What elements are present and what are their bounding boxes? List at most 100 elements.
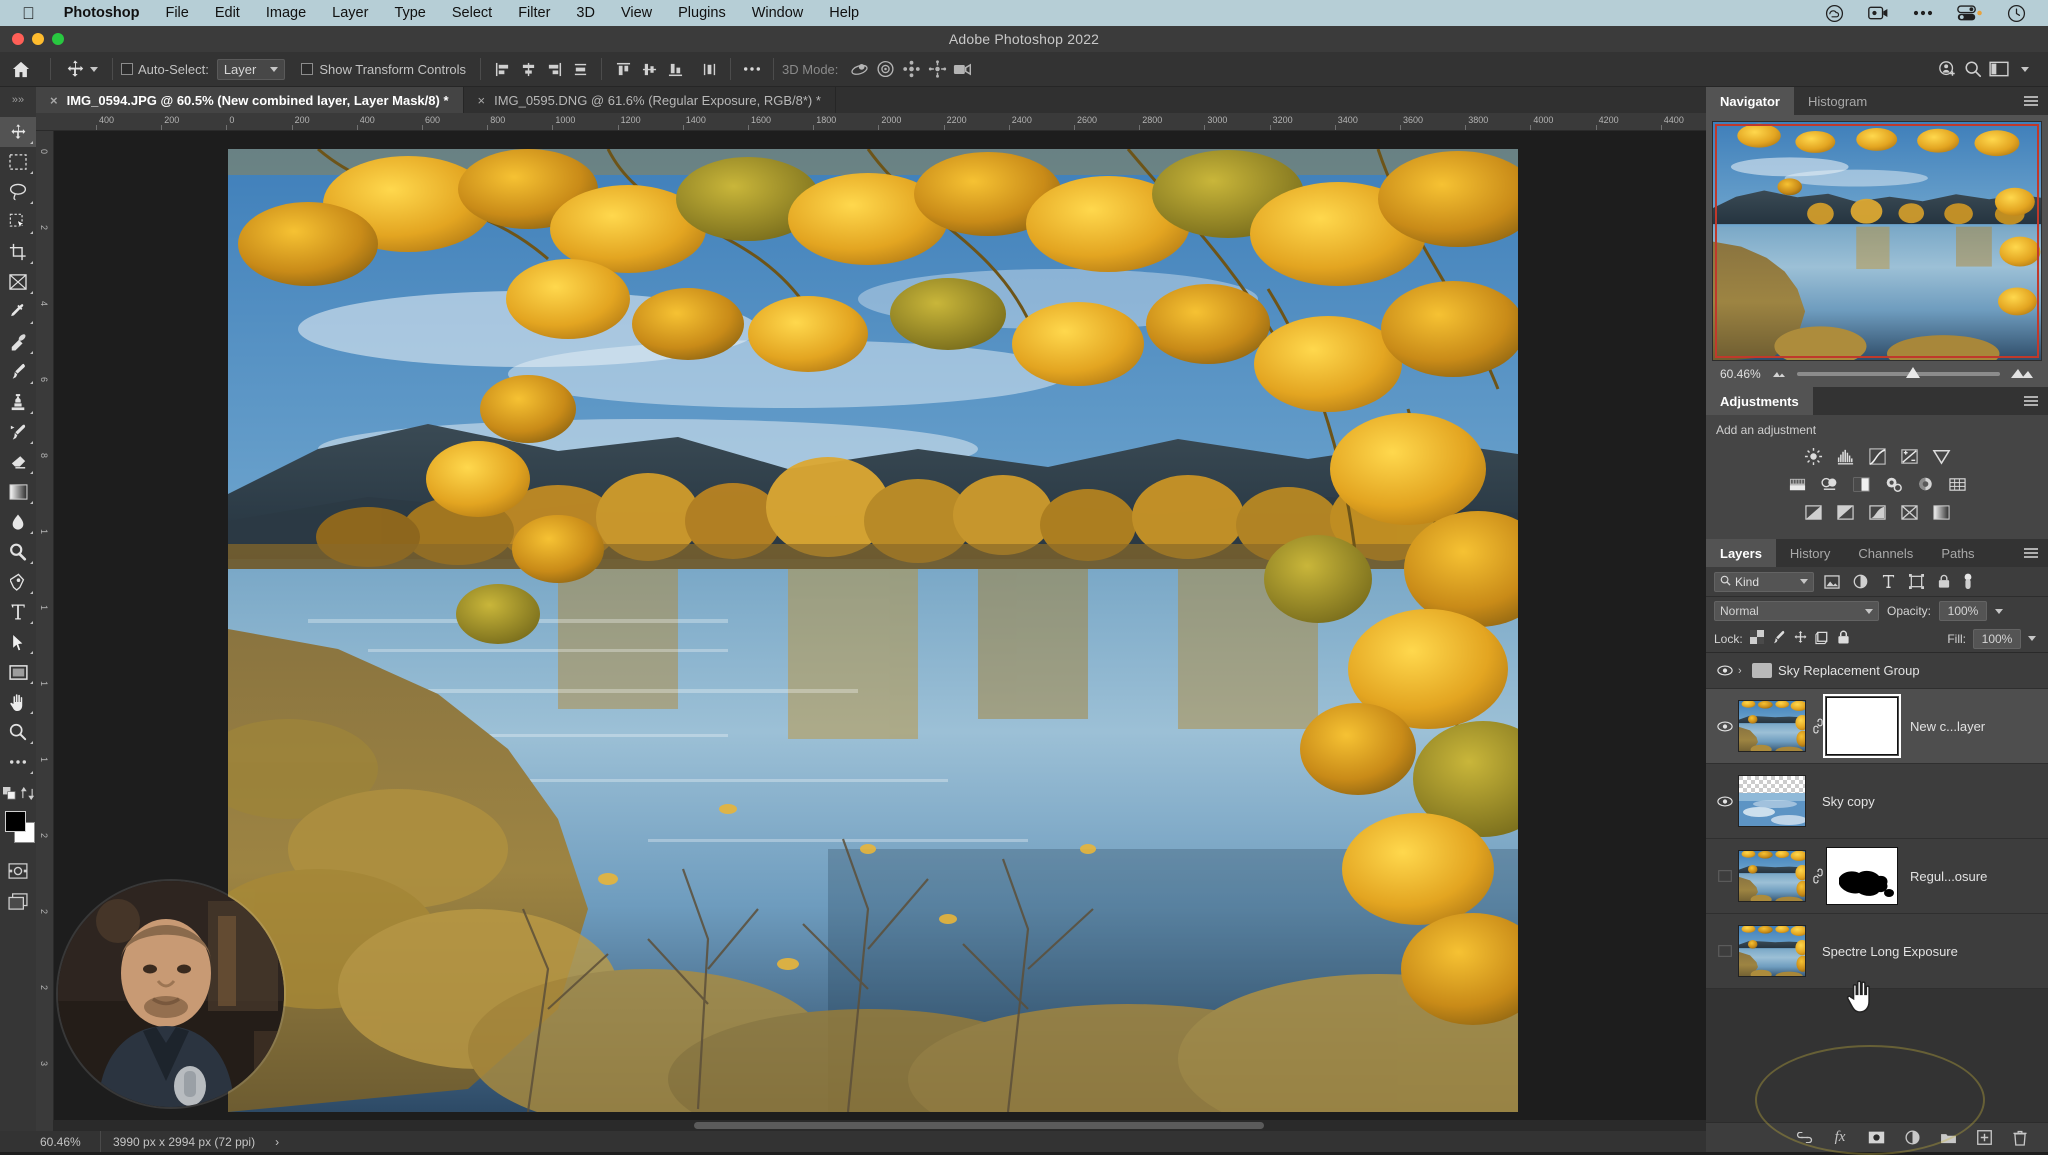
layer-mask-thumbnail[interactable] xyxy=(1826,847,1898,905)
creative-cloud-icon[interactable] xyxy=(1813,4,1856,23)
edit-toolbar-tool[interactable] xyxy=(0,747,36,777)
panel-menu-icon[interactable] xyxy=(2024,548,2038,560)
menu-item-window[interactable]: Window xyxy=(739,5,817,21)
document-image[interactable] xyxy=(228,149,1518,1112)
filter-power-toggle-icon[interactable] xyxy=(1962,572,1976,592)
brightness-contrast-icon[interactable] xyxy=(1800,445,1826,467)
apple-icon[interactable]:  xyxy=(22,5,35,22)
share-user-icon[interactable] xyxy=(1934,57,1960,81)
dodge-tool[interactable] xyxy=(0,537,36,567)
auto-select-scope-dropdown[interactable]: Layer xyxy=(217,59,286,80)
layer-name[interactable]: Spectre Long Exposure xyxy=(1810,944,1958,959)
tab-history[interactable]: History xyxy=(1776,539,1844,567)
menu-item-view[interactable]: View xyxy=(608,5,665,21)
threshold-icon[interactable] xyxy=(1864,501,1890,523)
photo-filter-icon[interactable] xyxy=(1880,473,1906,495)
menu-item-image[interactable]: Image xyxy=(253,5,319,21)
lock-image-icon[interactable] xyxy=(1771,630,1786,648)
history-brush-tool[interactable] xyxy=(0,417,36,447)
layer-thumbnail[interactable] xyxy=(1738,850,1806,902)
opacity-input[interactable]: 100% xyxy=(1939,601,1987,621)
filter-smart-icon[interactable] xyxy=(1934,572,1954,592)
path-selection-tool[interactable] xyxy=(0,627,36,657)
black-white-icon[interactable] xyxy=(1848,473,1874,495)
add-layer-mask-icon[interactable] xyxy=(1866,1128,1886,1148)
orbit-3d-icon[interactable] xyxy=(846,57,872,81)
gradient-map-icon[interactable] xyxy=(1896,501,1922,523)
canvas-area[interactable] xyxy=(54,131,1706,1131)
scrollbar-thumb[interactable] xyxy=(694,1122,1264,1129)
brush-tool[interactable] xyxy=(0,357,36,387)
hue-saturation-icon[interactable] xyxy=(1784,473,1810,495)
navigator-zoom-value[interactable]: 60.46% xyxy=(1720,367,1761,381)
lock-position-icon[interactable] xyxy=(1793,630,1808,648)
roll-3d-icon[interactable] xyxy=(872,57,898,81)
slide-3d-icon[interactable] xyxy=(924,57,950,81)
new-group-icon[interactable] xyxy=(1938,1128,1958,1148)
selective-color-icon[interactable] xyxy=(1928,501,1954,523)
foreground-color-swatch[interactable] xyxy=(5,811,26,832)
tab-channels[interactable]: Channels xyxy=(1844,539,1927,567)
hand-tool[interactable] xyxy=(0,687,36,717)
active-tool-preset[interactable] xyxy=(59,59,104,79)
rectangle-tool[interactable] xyxy=(0,657,36,687)
close-icon[interactable]: × xyxy=(478,93,486,108)
link-layers-icon[interactable] xyxy=(1794,1128,1814,1148)
canvas-horizontal-scrollbar[interactable] xyxy=(54,1120,1706,1131)
object-selection-tool[interactable] xyxy=(0,207,36,237)
workspace-icon[interactable] xyxy=(1986,57,2012,81)
lasso-tool[interactable] xyxy=(0,177,36,207)
menu-item-filter[interactable]: Filter xyxy=(505,5,563,21)
camera-3d-icon[interactable] xyxy=(950,57,976,81)
distribute-vertical-icon[interactable] xyxy=(696,57,722,81)
chevron-down-icon[interactable] xyxy=(1995,609,2003,614)
zoom-tool[interactable] xyxy=(0,717,36,747)
swap-colors-icon[interactable] xyxy=(21,787,34,805)
align-middle-vertical-icon[interactable] xyxy=(636,57,662,81)
chevron-down-icon[interactable] xyxy=(1865,609,1873,614)
screen-record-icon[interactable] xyxy=(1856,5,1901,21)
quick-mask-icon[interactable] xyxy=(0,856,36,886)
layer-visibility-toggle[interactable] xyxy=(1712,796,1738,807)
eraser-tool[interactable] xyxy=(0,447,36,477)
layer-visibility-toggle[interactable] xyxy=(1712,870,1738,882)
layer-visibility-toggle[interactable] xyxy=(1712,665,1738,676)
layer-visibility-toggle[interactable] xyxy=(1712,945,1738,957)
panel-menu-icon[interactable] xyxy=(2024,396,2038,408)
filter-type-icon[interactable] xyxy=(1878,572,1898,592)
close-icon[interactable]: × xyxy=(50,93,58,108)
menu-item-file[interactable]: File xyxy=(152,5,201,21)
layer-thumbnail[interactable] xyxy=(1738,775,1806,827)
align-bottom-icon[interactable] xyxy=(662,57,688,81)
layer-filter-kind-dropdown[interactable]: Kind xyxy=(1714,572,1814,592)
type-tool[interactable] xyxy=(0,597,36,627)
gradient-tool[interactable] xyxy=(0,477,36,507)
new-adjustment-layer-icon[interactable] xyxy=(1902,1128,1922,1148)
fill-input[interactable]: 100% xyxy=(1973,629,2021,649)
tab-adjustments[interactable]: Adjustments xyxy=(1706,387,1813,415)
chevron-right-icon[interactable]: › xyxy=(275,1135,279,1149)
control-center-menu-icon[interactable] xyxy=(1901,10,1945,16)
delete-layer-icon[interactable] xyxy=(2010,1128,2030,1148)
tab-navigator[interactable]: Navigator xyxy=(1706,87,1794,115)
color-swatches[interactable] xyxy=(0,808,36,850)
move-tool[interactable] xyxy=(0,117,36,147)
document-tab-0[interactable]: × IMG_0594.JPG @ 60.5% (New combined lay… xyxy=(36,87,464,113)
blur-tool[interactable] xyxy=(0,507,36,537)
layer-row[interactable]: Regul...osure xyxy=(1706,839,2048,914)
link-layers-icon[interactable] xyxy=(1810,868,1826,884)
toolbar-collapse-button[interactable]: »» xyxy=(0,87,36,113)
distribute-horizontal-icon[interactable] xyxy=(567,57,593,81)
layer-row[interactable]: New c...layer xyxy=(1706,689,2048,764)
align-right-icon[interactable] xyxy=(541,57,567,81)
layer-name[interactable]: Regul...osure xyxy=(1898,869,1987,884)
small-mountain-icon[interactable] xyxy=(1771,367,1787,381)
eyedropper-tool[interactable] xyxy=(0,297,36,327)
chevron-down-icon[interactable] xyxy=(2012,57,2038,81)
screen-mode-icon[interactable] xyxy=(0,886,36,916)
lock-all-icon[interactable] xyxy=(1837,630,1850,648)
chevron-down-icon[interactable] xyxy=(270,67,278,72)
lock-artboard-icon[interactable] xyxy=(1815,630,1830,648)
new-layer-icon[interactable] xyxy=(1974,1128,1994,1148)
menu-item-select[interactable]: Select xyxy=(439,5,505,21)
